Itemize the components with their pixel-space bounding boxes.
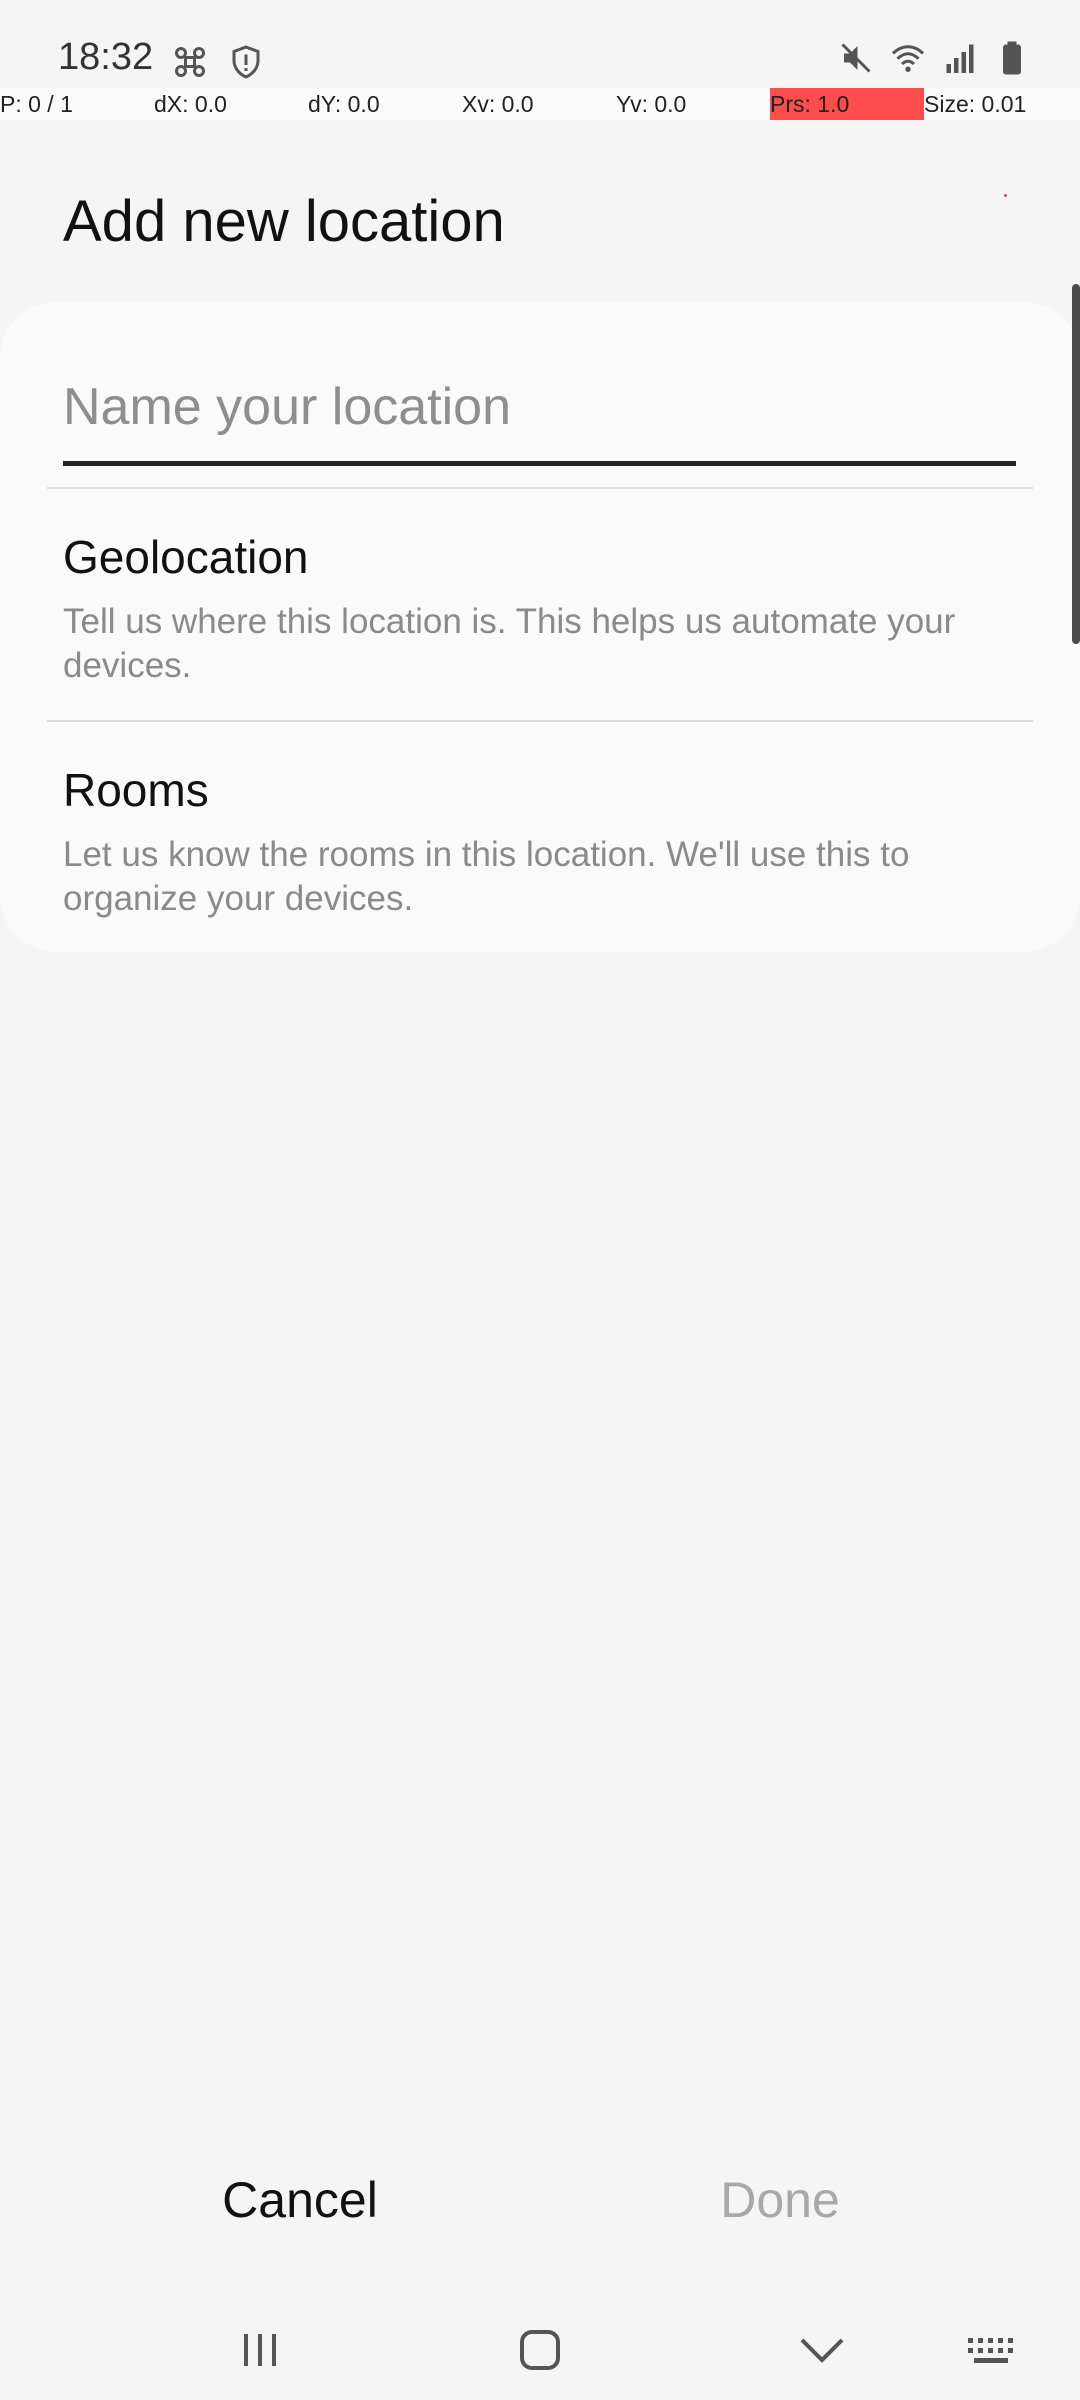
pointer-debug-overlay: P: 0 / 1 dX: 0.0 dY: 0.0 Xv: 0.0 Yv: 0.0… [0,88,1080,120]
home-button[interactable] [500,2320,580,2380]
status-bar: 18:32 [0,0,1080,88]
debug-pressure: Prs: 1.0 [770,88,924,120]
rooms-section[interactable]: Rooms Let us know the rooms in this loca… [63,763,1013,921]
location-form-card: Geolocation Tell us where this location … [0,302,1080,952]
shield-alert-icon [232,45,260,79]
debug-dy: dY: 0.0 [308,91,380,117]
rooms-title: Rooms [63,764,209,816]
rooms-description: Let us know the rooms in this location. … [63,835,910,918]
page-title: Add new location [63,189,505,254]
mute-icon [841,43,871,73]
back-icon [800,2338,844,2363]
recent-apps-button[interactable] [220,2320,300,2380]
debug-xv: Xv: 0.0 [462,91,534,117]
home-icon [520,2330,560,2370]
back-button[interactable] [782,2320,862,2380]
keyboard-button[interactable] [952,2320,1032,2380]
divider [47,720,1033,722]
debug-yv: Yv: 0.0 [616,91,687,117]
divider [47,487,1033,489]
status-left-icons [172,44,264,80]
navigation-bar [0,2300,1080,2400]
recent-apps-icon [244,2334,276,2366]
location-name-input[interactable] [63,362,1016,452]
status-right-icons [838,40,1030,76]
signal-icon [946,44,974,73]
done-button[interactable]: Done [540,2160,1020,2240]
battery-icon [1003,41,1021,75]
cancel-button[interactable]: Cancel [60,2160,540,2240]
geolocation-section[interactable]: Geolocation Tell us where this location … [63,530,1013,688]
status-time: 18:32 [58,36,154,78]
indicator-dot [1004,194,1007,197]
location-name-field[interactable] [63,362,1016,466]
wifi-icon [891,45,925,72]
action-bar: Cancel Done [0,2160,1080,2240]
debug-pointer: P: 0 / 1 [0,91,73,117]
scroll-indicator[interactable] [1072,284,1080,644]
debug-dx: dX: 0.0 [154,91,227,117]
geolocation-title: Geolocation [63,531,309,583]
cluster-icon [175,47,205,77]
keyboard-icon [968,2338,1013,2363]
geolocation-description: Tell us where this location is. This hel… [63,602,956,685]
debug-size: Size: 0.01 [924,91,1027,117]
